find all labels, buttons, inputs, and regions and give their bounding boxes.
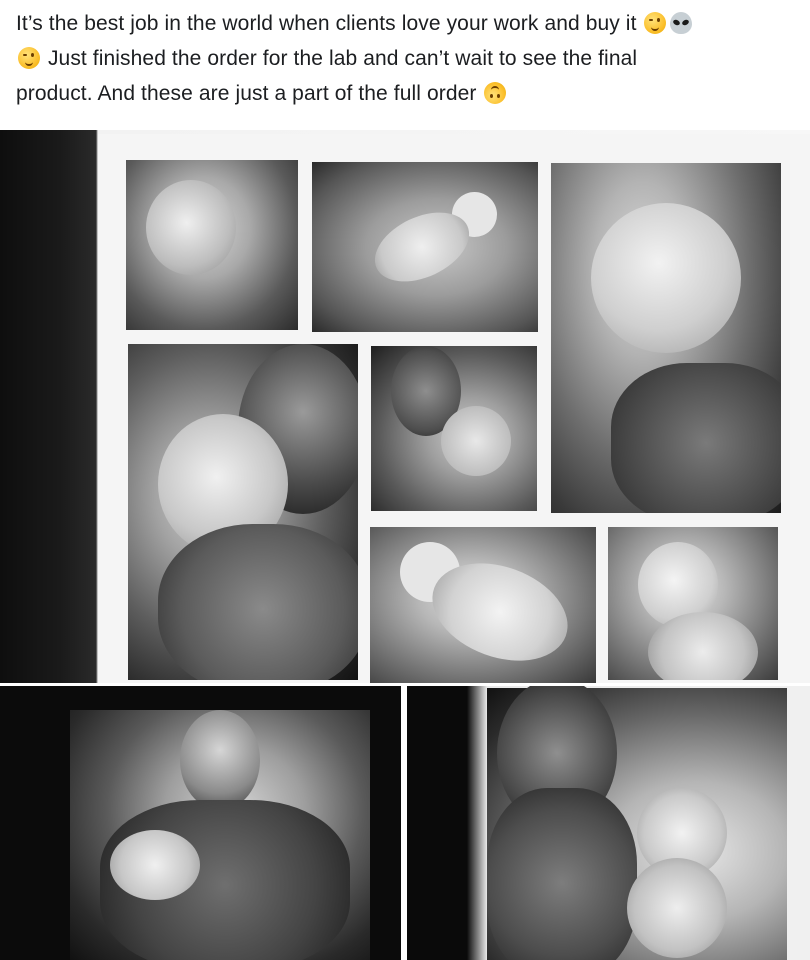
print-father-holding-baby	[70, 710, 370, 960]
post-text-line-2: Just finished the order for the lab and …	[47, 47, 638, 70]
collage-tile-father-kissing-baby	[128, 344, 358, 680]
upside-down-face-emoji-icon	[484, 82, 507, 104]
collage-tile-baby-swaddled	[370, 527, 596, 683]
winking-face-emoji-icon	[644, 12, 667, 34]
post-text-line-3: product. And these are just a part of th…	[16, 82, 477, 105]
collage-tile-father-holding-baby	[371, 346, 537, 511]
post-text-line-1: It’s the best job in the world when clie…	[16, 12, 637, 35]
bottom-right-photo[interactable]	[407, 686, 810, 960]
collage-tile-baby-on-shoulder	[551, 163, 781, 513]
post-text: It’s the best job in the world when clie…	[16, 6, 806, 111]
print-father-lifting-baby	[487, 686, 787, 960]
collage-tile-baby-lying	[312, 162, 538, 332]
alien-emoji-icon	[670, 12, 693, 34]
collage-tile-baby-closeup	[126, 160, 298, 330]
collage-tile-baby-smiling	[608, 527, 778, 680]
bottom-left-photo[interactable]	[0, 686, 401, 960]
winking-face-emoji-icon	[18, 47, 40, 69]
